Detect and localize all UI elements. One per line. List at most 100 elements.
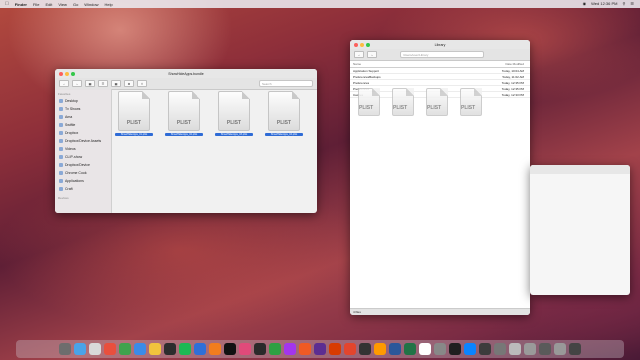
dock-app-icon[interactable] (74, 343, 86, 355)
menu-edit[interactable]: Edit (45, 2, 52, 7)
dock-app-icon[interactable] (359, 343, 371, 355)
plist-file-icon: PLIST (168, 91, 200, 131)
drag-preview: PLIST PLIST PLIST PLIST (358, 88, 482, 116)
column-date[interactable]: Date Modified (505, 62, 524, 66)
dock-app-icon[interactable] (404, 343, 416, 355)
dock-app-icon[interactable] (89, 343, 101, 355)
dock-app-icon[interactable] (554, 343, 566, 355)
column-name[interactable]: Name (353, 62, 361, 66)
file-item[interactable]: PLIST ShowHideApps_01.plist (115, 91, 153, 136)
dock-app-icon[interactable] (419, 343, 431, 355)
dock-app-icon[interactable] (149, 343, 161, 355)
menu-view[interactable]: View (58, 2, 67, 7)
search-input[interactable]: Search (259, 80, 313, 87)
sidebar-item-chrome-cook[interactable]: Chrome Cook (55, 169, 111, 177)
sidebar-item-ama[interactable]: Ama (55, 113, 111, 121)
sidebar-item-device-assets[interactable]: Dropbox/Device Assets (55, 137, 111, 145)
spotlight-icon[interactable]: ⚲ (622, 1, 625, 6)
folder-icon (59, 115, 63, 119)
sidebar-item-craft[interactable]: Craft (55, 185, 111, 193)
file-name: ShowHideApps_02.plist (165, 133, 203, 136)
dropbox-icon (59, 131, 63, 135)
view-icon-button[interactable]: ▦ (85, 80, 95, 87)
dock-app-icon[interactable] (134, 343, 146, 355)
sidebar-item-clip-show[interactable]: CLIP-show (55, 153, 111, 161)
menu-go[interactable]: Go (73, 2, 78, 7)
back-button[interactable]: ‹ (354, 51, 364, 58)
dock-app-icon[interactable] (374, 343, 386, 355)
dock-app-icon[interactable] (389, 343, 401, 355)
sidebar-item-applications[interactable]: Applications (55, 177, 111, 185)
dock-app-icon[interactable] (509, 343, 521, 355)
dock-app-icon[interactable] (284, 343, 296, 355)
file-item[interactable]: PLIST ShowHideApps_03.plist (215, 91, 253, 136)
share-icon[interactable]: ⇧ (137, 80, 147, 87)
menu-bar:  Finder File Edit View Go Window Help ◉… (0, 0, 640, 8)
notification-center-icon[interactable]: ☰ (630, 1, 634, 6)
dock-app-icon[interactable] (194, 343, 206, 355)
sidebar-item-swiftie[interactable]: Swiftie (55, 121, 111, 129)
file-item[interactable]: PLIST ShowHideApps_04.plist (265, 91, 303, 136)
folder-icon (59, 187, 63, 191)
forward-button[interactable]: › (72, 80, 82, 87)
apple-menu-icon[interactable]:  (5, 1, 9, 7)
file-name: ShowHideApps_01.plist (115, 133, 153, 136)
dock-app-icon[interactable] (119, 343, 131, 355)
window-title: Library (434, 42, 446, 47)
dock-app-icon[interactable] (239, 343, 251, 355)
sidebar-item-dropbox[interactable]: Dropbox (55, 129, 111, 137)
dock-app-icon[interactable] (224, 343, 236, 355)
menu-window[interactable]: Window (84, 2, 98, 7)
file-item[interactable]: PLIST ShowHideApps_02.plist (165, 91, 203, 136)
app-menu[interactable]: Finder (15, 2, 27, 7)
dock-app-icon[interactable] (344, 343, 356, 355)
dock-app-icon[interactable] (524, 343, 536, 355)
dock-app-icon[interactable] (164, 343, 176, 355)
finder-window: ShowHideApps.bundle ‹ › ▦ ☰ ▦ ⚙ ⇧ Search… (55, 69, 317, 213)
dock-app-icon[interactable] (59, 343, 71, 355)
path-field[interactable]: /Users/user/Library (400, 51, 484, 58)
dock-app-icon[interactable] (494, 343, 506, 355)
wifi-icon[interactable]: ◉ (583, 1, 587, 6)
dock-app-icon[interactable] (314, 343, 326, 355)
folder-icon (59, 155, 63, 159)
dock-app-icon[interactable] (269, 343, 281, 355)
finder-titlebar[interactable]: ShowHideApps.bundle (55, 69, 317, 78)
desktop-icon (59, 99, 63, 103)
menu-file[interactable]: File (33, 2, 39, 7)
folder-icon (59, 123, 63, 127)
dock-app-icon[interactable] (464, 343, 476, 355)
dock-app-icon[interactable] (179, 343, 191, 355)
plist-file-icon: PLIST (460, 88, 482, 116)
dock-app-icon[interactable] (209, 343, 221, 355)
view-list-button[interactable]: ☰ (98, 80, 108, 87)
dock-app-icon[interactable] (539, 343, 551, 355)
dock-app-icon[interactable] (449, 343, 461, 355)
action-gear-icon[interactable]: ⚙ (124, 80, 134, 87)
sidebar-header-favorites: Favorites (58, 92, 71, 96)
dock-app-icon[interactable] (254, 343, 266, 355)
plist-file-icon: PLIST (268, 91, 300, 131)
dock-app-icon[interactable] (434, 343, 446, 355)
forward-button[interactable]: › (367, 51, 377, 58)
file-name: ShowHideApps_03.plist (215, 133, 253, 136)
window-title: ShowHideApps.bundle (168, 71, 204, 76)
dock-app-icon[interactable] (104, 343, 116, 355)
dock-app-icon[interactable] (299, 343, 311, 355)
dock-app-icon[interactable] (569, 343, 581, 355)
sidebar-item-tv-shows[interactable]: Tv Shows (55, 105, 111, 113)
menu-help[interactable]: Help (105, 2, 113, 7)
arrange-button[interactable]: ▦ (111, 80, 121, 87)
back-button[interactable]: ‹ (59, 80, 69, 87)
plist-file-icon: PLIST (426, 88, 448, 116)
clock[interactable]: Wed 12:36 PM (591, 1, 617, 6)
sidebar-item-desktop[interactable]: Desktop (55, 97, 111, 105)
sidebar-item-dropbox-device[interactable]: Dropbox/Device (55, 161, 111, 169)
folder-icon (59, 171, 63, 175)
folder-icon (59, 163, 63, 167)
dock-app-icon[interactable] (329, 343, 341, 355)
dock-app-icon[interactable] (479, 343, 491, 355)
sidebar-item-videos[interactable]: Videos (55, 145, 111, 153)
background-titlebar[interactable] (530, 165, 630, 174)
library-titlebar[interactable]: Library (350, 40, 530, 49)
